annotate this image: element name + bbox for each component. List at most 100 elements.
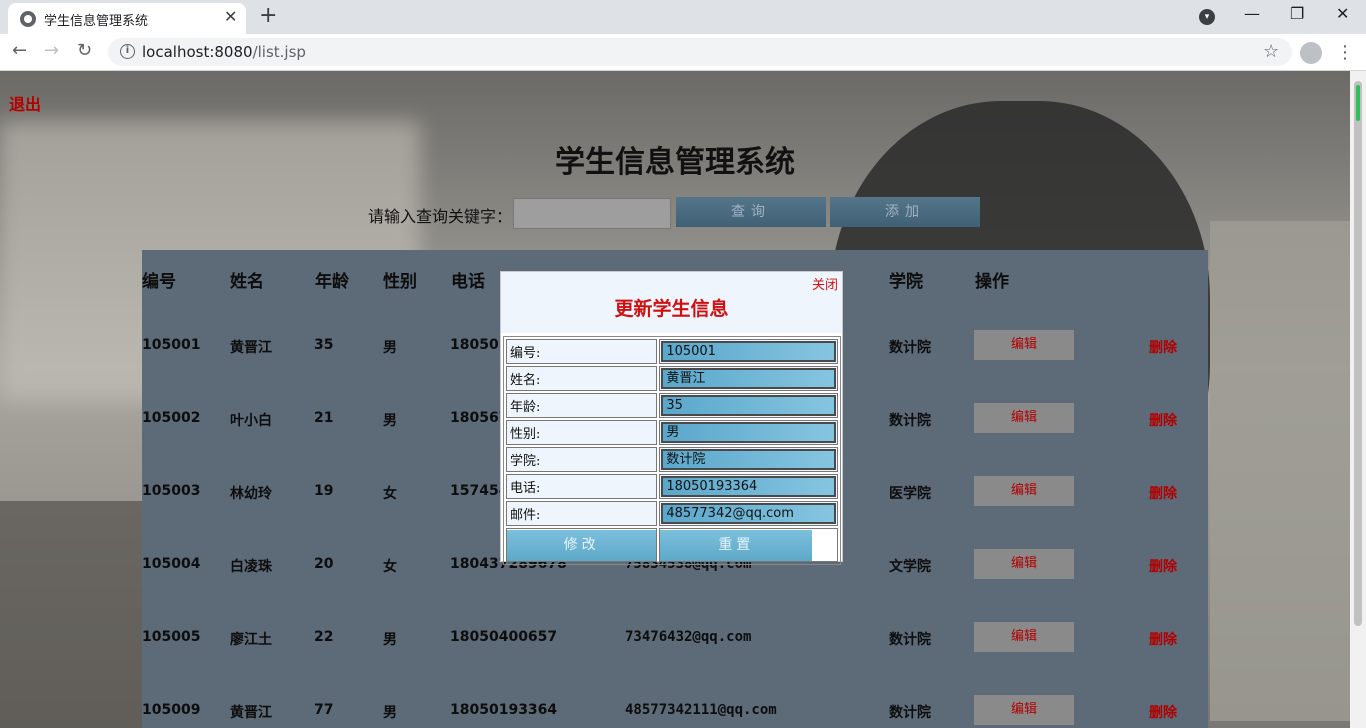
page-scrollbar[interactable]	[1350, 71, 1366, 728]
field-cell: 数计院	[659, 447, 838, 472]
tab-search-icon[interactable]: ▾	[1199, 9, 1215, 25]
tab-title: 学生信息管理系统	[44, 14, 149, 29]
form-row-email: 邮件: 48577342@qq.com	[506, 501, 838, 526]
cell-age: 21	[314, 410, 334, 426]
reload-icon[interactable]: ↻	[77, 40, 92, 61]
field-cell: 18050193364	[659, 474, 838, 499]
account-icon[interactable]	[1300, 42, 1322, 64]
browser-toolbar: ← → ↻ i localhost:8080/list.jsp ☆ ⋮	[0, 34, 1366, 71]
field-cell: 35	[659, 393, 838, 418]
cell-name: 黄晋江	[230, 340, 272, 356]
update-student-modal: 关闭 更新学生信息 编号: 105001 姓名: 黄晋江 年龄: 35 性别: …	[500, 271, 843, 565]
info-icon[interactable]: i	[120, 44, 135, 59]
background-shadow	[0, 501, 145, 728]
field-label: 编号:	[506, 339, 658, 364]
form-row-phone: 电话: 18050193364	[506, 474, 838, 499]
cell-id: 105005	[142, 629, 201, 645]
cell-name: 黄晋江	[230, 705, 272, 721]
submit-button[interactable]: 修改	[507, 529, 657, 561]
delete-link[interactable]: 删除	[1149, 629, 1177, 649]
cell-age: 19	[314, 483, 334, 499]
url-path: /list.jsp	[252, 43, 306, 61]
phone-field[interactable]: 18050193364	[661, 476, 836, 497]
edit-button[interactable]: 编辑	[974, 695, 1074, 725]
more-menu-icon[interactable]: ⋮	[1336, 42, 1354, 63]
reset-button[interactable]: 重置	[660, 529, 813, 561]
update-form: 编号: 105001 姓名: 黄晋江 年龄: 35 性别: 男 学院: 数计院 …	[503, 336, 841, 565]
edit-button[interactable]: 编辑	[974, 549, 1074, 579]
cell-name: 廖江土	[230, 632, 272, 648]
field-label: 姓名:	[506, 366, 658, 391]
submit-cell: 修改	[506, 528, 658, 562]
edit-button[interactable]: 编辑	[974, 476, 1074, 506]
cell-age: 20	[314, 556, 334, 572]
header-phone: 电话	[451, 272, 485, 292]
url-host: localhost:8080	[142, 43, 253, 61]
modal-close-button[interactable]: 关闭	[812, 274, 838, 293]
back-arrow-icon[interactable]: ←	[12, 40, 27, 61]
field-label: 年龄:	[506, 393, 658, 418]
field-label: 学院:	[506, 447, 658, 472]
new-tab-icon[interactable]: +	[259, 4, 277, 28]
minimize-icon[interactable]: —	[1244, 4, 1260, 23]
field-cell: 黄晋江	[659, 366, 838, 391]
header-action: 操作	[975, 272, 1009, 292]
delete-link[interactable]: 删除	[1149, 410, 1177, 430]
bookmark-star-icon[interactable]: ☆	[1263, 41, 1279, 62]
search-label: 请输入查询关键字：	[368, 207, 513, 226]
cell-id: 105001	[142, 337, 201, 353]
cell-email: 48577342111@qq.com	[625, 702, 777, 718]
cell-gender: 男	[383, 413, 397, 429]
window-close-icon[interactable]: ✕	[1336, 4, 1349, 23]
query-button[interactable]: 查询	[676, 197, 826, 227]
cell-phone: 18050400657	[450, 629, 558, 645]
form-row-college: 学院: 数计院	[506, 447, 838, 472]
edit-button[interactable]: 编辑	[974, 330, 1074, 360]
header-college: 学院	[889, 272, 923, 292]
field-cell: 男	[659, 420, 838, 445]
cell-name: 林幼玲	[230, 486, 272, 502]
search-input[interactable]	[513, 198, 671, 229]
modal-title: 更新学生信息	[614, 298, 729, 320]
cell-email: 73476432@qq.com	[625, 629, 752, 645]
delete-link[interactable]: 删除	[1149, 337, 1177, 357]
scrollbar-thumb[interactable]	[1354, 81, 1362, 626]
cell-name: 白凌珠	[230, 559, 272, 575]
forward-arrow-icon[interactable]: →	[44, 40, 59, 61]
cell-name: 叶小白	[230, 413, 272, 429]
field-label: 邮件:	[506, 501, 658, 526]
browser-tab[interactable]: 学生信息管理系统 ✕	[8, 3, 246, 34]
add-button[interactable]: 添加	[830, 197, 980, 227]
cell-college: 数计院	[889, 413, 931, 429]
form-row-age: 年龄: 35	[506, 393, 838, 418]
cell-id: 105003	[142, 483, 201, 499]
edit-button[interactable]: 编辑	[974, 622, 1074, 652]
gender-field[interactable]: 男	[661, 422, 836, 443]
form-row-id: 编号: 105001	[506, 339, 838, 364]
address-bar[interactable]: i localhost:8080/list.jsp ☆	[108, 38, 1292, 66]
cell-phone: 18050193364	[450, 702, 558, 718]
cell-college: 数计院	[889, 632, 931, 648]
age-field[interactable]: 35	[661, 395, 836, 416]
browser-tab-bar: 学生信息管理系统 ✕ + ▾ — ❐ ✕	[0, 0, 1366, 34]
delete-link[interactable]: 删除	[1149, 556, 1177, 576]
delete-link[interactable]: 删除	[1149, 702, 1177, 722]
url-text: localhost:8080/list.jsp	[142, 43, 306, 61]
name-field[interactable]: 黄晋江	[661, 368, 836, 389]
delete-link[interactable]: 删除	[1149, 483, 1177, 503]
email-field[interactable]: 48577342@qq.com	[661, 503, 836, 524]
logout-link[interactable]: 退出	[9, 91, 41, 115]
field-label: 性别:	[506, 420, 658, 445]
edit-button[interactable]: 编辑	[974, 403, 1074, 433]
field-cell: 105001	[659, 339, 838, 364]
restore-icon[interactable]: ❐	[1290, 4, 1304, 23]
college-field[interactable]: 数计院	[661, 449, 836, 470]
id-field[interactable]: 105001	[661, 341, 836, 362]
tab-close-icon[interactable]: ✕	[224, 7, 237, 26]
cell-gender: 男	[383, 340, 397, 356]
page-title: 学生信息管理系统	[555, 145, 795, 180]
cell-gender: 女	[383, 486, 397, 502]
cell-age: 35	[314, 337, 334, 353]
globe-icon	[20, 11, 36, 27]
scroll-indicator	[1356, 85, 1360, 121]
